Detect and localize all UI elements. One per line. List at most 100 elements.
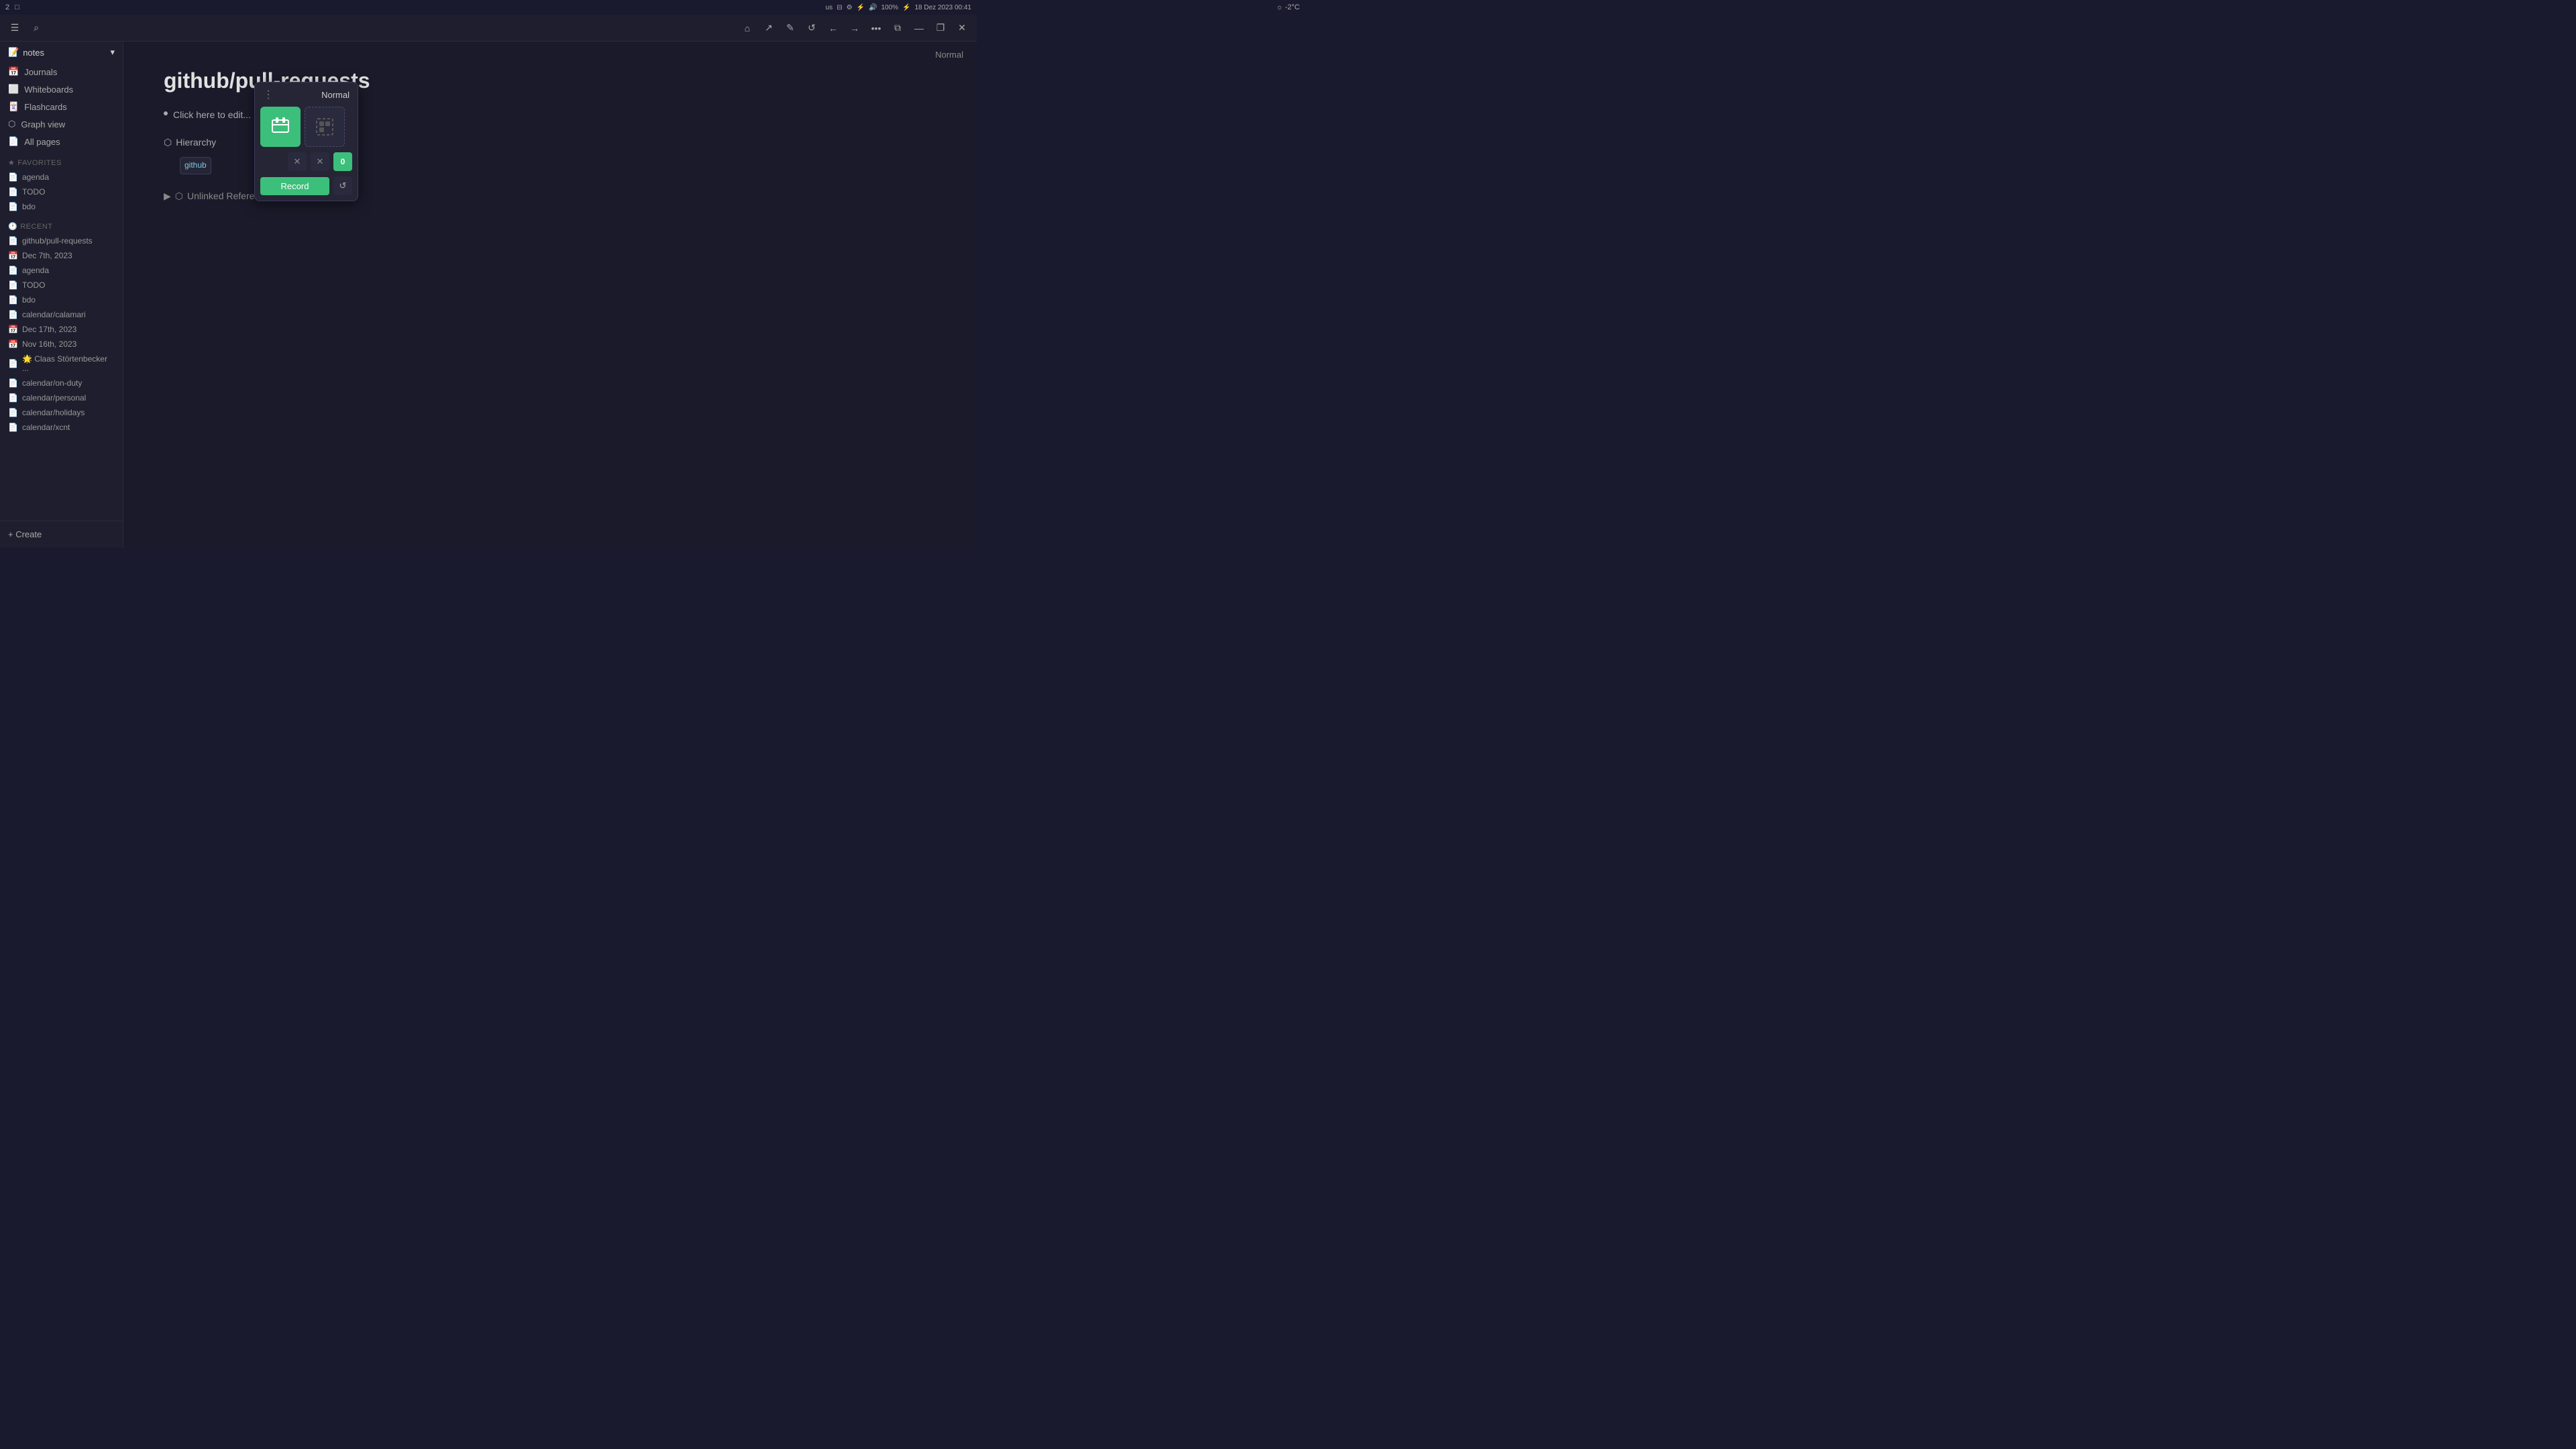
unlinked-references-toggle[interactable]: ▶ ⬡ Unlinked References bbox=[164, 188, 687, 205]
sidebar-item-journals[interactable]: 📅 Journals bbox=[0, 63, 123, 80]
window-icon: □ bbox=[15, 3, 19, 11]
maximize-button[interactable]: ❐ bbox=[931, 19, 950, 38]
recent-github-pr-icon: 📄 bbox=[8, 236, 18, 246]
recent-bdo-icon: 📄 bbox=[8, 295, 18, 305]
minimize-button[interactable]: — bbox=[910, 19, 928, 38]
popup-icon-main[interactable] bbox=[260, 107, 301, 147]
create-label: + Create bbox=[8, 529, 42, 539]
recent-cal-holidays-label: calendar/holidays bbox=[22, 408, 85, 417]
recent-todo-label: TODO bbox=[22, 280, 45, 290]
sidebar-recent-bdo[interactable]: 📄 bdo bbox=[0, 292, 123, 307]
sidebar-fav-bdo[interactable]: 📄 bdo bbox=[0, 199, 123, 214]
forward-button[interactable]: → bbox=[845, 19, 864, 38]
recent-dec7-label: Dec 7th, 2023 bbox=[22, 251, 72, 260]
popup-icons-row bbox=[260, 107, 352, 147]
workspace-icon: 📝 bbox=[8, 47, 19, 58]
whiteboards-label: Whiteboards bbox=[24, 85, 73, 95]
recent-dec17-icon: 📅 bbox=[8, 325, 18, 334]
page-body: Click here to edit... ⬡ Hierarchy github… bbox=[164, 107, 687, 205]
main-layout: 📝 notes ▾ 📅 Journals ⬜ Whiteboards 🃏 Fla… bbox=[0, 42, 977, 547]
recent-agenda-label: agenda bbox=[22, 266, 49, 275]
sidebar-item-graph-view[interactable]: ⬡ Graph view bbox=[0, 115, 123, 133]
hierarchy-github-link[interactable]: github bbox=[180, 157, 211, 174]
create-button[interactable]: + Create bbox=[8, 527, 115, 542]
recent-todo-icon: 📄 bbox=[8, 280, 18, 290]
popup-tool-slash[interactable]: ✕ bbox=[288, 152, 307, 171]
popup-icon-secondary[interactable] bbox=[305, 107, 345, 147]
refresh-button[interactable]: ↺ bbox=[802, 19, 821, 38]
fav-todo-label: TODO bbox=[22, 187, 45, 197]
graph-view-label: Graph view bbox=[21, 119, 65, 129]
flashcards-label: Flashcards bbox=[24, 102, 67, 112]
sidebar-fav-todo[interactable]: 📄 TODO bbox=[0, 184, 123, 199]
back-button[interactable]: ← bbox=[824, 19, 843, 38]
sidebar-recent-cal-xcnt[interactable]: 📄 calendar/xcnt bbox=[0, 420, 123, 435]
sidebar-recent-cal-personal[interactable]: 📄 calendar/personal bbox=[0, 390, 123, 405]
edit-placeholder-item[interactable]: Click here to edit... bbox=[164, 107, 687, 123]
sidebar-item-all-pages[interactable]: 📄 All pages bbox=[0, 133, 123, 150]
page-content: github/pull-requests Click here to edit.… bbox=[123, 42, 727, 231]
sidebar-recent-todo[interactable]: 📄 TODO bbox=[0, 278, 123, 292]
sidebar-recent-claas[interactable]: 📄 🌟 Claas Störtenbecker ... bbox=[0, 352, 123, 376]
sidebar-recent-dec17[interactable]: 📅 Dec 17th, 2023 bbox=[0, 322, 123, 337]
search-button[interactable]: ⌕ bbox=[27, 19, 46, 38]
more-button[interactable]: ••• bbox=[867, 19, 885, 38]
app-container: ☰ ⌕ ⌂ ↗ ✎ ↺ ← → ••• ⧉ — ❐ ✕ 📝 notes ▾ bbox=[0, 15, 977, 547]
system-bar-center: ☼ -2°C bbox=[1276, 3, 1299, 11]
recent-cal-xcnt-label: calendar/xcnt bbox=[22, 423, 70, 432]
sidebar-recent-cal-on-duty[interactable]: 📄 calendar/on-duty bbox=[0, 376, 123, 390]
sidebar-recent-dec7[interactable]: 📅 Dec 7th, 2023 bbox=[0, 248, 123, 263]
sidebar-recent-github-pr[interactable]: 📄 github/pull-requests bbox=[0, 233, 123, 248]
recent-cal-holidays-icon: 📄 bbox=[8, 408, 18, 417]
sidebar-recent-agenda[interactable]: 📄 agenda bbox=[0, 263, 123, 278]
page-title: github/pull-requests bbox=[164, 68, 687, 93]
sidebar-footer: + Create bbox=[0, 521, 123, 547]
edit-button[interactable]: ✎ bbox=[781, 19, 800, 38]
split-button[interactable]: ⧉ bbox=[888, 19, 907, 38]
menu-button[interactable]: ☰ bbox=[5, 19, 24, 38]
sidebar-item-whiteboards[interactable]: ⬜ Whiteboards bbox=[0, 80, 123, 98]
popup-overlay: ⋮ Normal bbox=[254, 82, 358, 201]
sidebar-recent-nov16[interactable]: 📅 Nov 16th, 2023 bbox=[0, 337, 123, 352]
favorites-label: FAVORITES bbox=[17, 159, 61, 167]
sidebar-recent-cal-calamari[interactable]: 📄 calendar/calamari bbox=[0, 307, 123, 322]
system-bar-right: us ⊟ ⚙ ⚡ 🔊 100% ⚡ 18 Dez 2023 00:41 bbox=[826, 4, 971, 11]
recent-cal-on-duty-icon: 📄 bbox=[8, 378, 18, 388]
popup-record-button[interactable]: Record bbox=[260, 177, 329, 195]
link-button[interactable]: ↗ bbox=[759, 19, 778, 38]
workspace-label: notes bbox=[23, 48, 44, 58]
close-button[interactable]: ✕ bbox=[953, 19, 971, 38]
weather-display: ☼ -2°C bbox=[1276, 3, 1299, 11]
recent-cal-xcnt-icon: 📄 bbox=[8, 423, 18, 432]
toolbar: ☰ ⌕ ⌂ ↗ ✎ ↺ ← → ••• ⧉ — ❐ ✕ bbox=[0, 15, 977, 42]
sidebar-recent-cal-holidays[interactable]: 📄 calendar/holidays bbox=[0, 405, 123, 420]
recent-dec17-label: Dec 17th, 2023 bbox=[22, 325, 76, 334]
workspace-header[interactable]: 📝 notes ▾ bbox=[0, 42, 123, 63]
datetime-display: 18 Dez 2023 00:41 bbox=[914, 4, 971, 11]
unlinked-ref-icon: ⬡ bbox=[175, 188, 183, 205]
popup-more-icon[interactable]: ⋮ bbox=[263, 88, 274, 101]
hierarchy-icon: ⬡ bbox=[164, 134, 172, 151]
recent-claas-label: 🌟 Claas Störtenbecker ... bbox=[22, 354, 115, 373]
popup-refresh-button[interactable]: ↺ bbox=[333, 176, 352, 195]
popup-count-btn[interactable]: 0 bbox=[333, 152, 352, 171]
graph-view-icon: ⬡ bbox=[8, 119, 15, 129]
popup-tools-row: ✕ ✕ 0 bbox=[260, 152, 352, 171]
sidebar-fav-agenda[interactable]: 📄 agenda bbox=[0, 170, 123, 184]
home-button[interactable]: ⌂ bbox=[738, 19, 757, 38]
popup-tool-cross[interactable]: ✕ bbox=[311, 152, 329, 171]
network-icon: ⊟ bbox=[837, 4, 842, 11]
volume-level: 100% bbox=[881, 4, 898, 11]
favorites-star-icon: ★ bbox=[8, 158, 15, 167]
popup-title: Normal bbox=[321, 90, 350, 100]
sidebar-item-flashcards[interactable]: 🃏 Flashcards bbox=[0, 98, 123, 115]
all-pages-icon: 📄 bbox=[8, 136, 19, 147]
hierarchy-link-text: github bbox=[184, 158, 207, 173]
journals-label: Journals bbox=[24, 67, 57, 77]
settings-tray: ⚙ bbox=[847, 4, 853, 11]
recent-claas-icon: 📄 bbox=[8, 359, 18, 368]
hierarchy-text: Hierarchy bbox=[176, 134, 216, 151]
popup-header: ⋮ Normal bbox=[260, 88, 352, 107]
fav-todo-icon: 📄 bbox=[8, 187, 18, 197]
fav-agenda-icon: 📄 bbox=[8, 172, 18, 182]
